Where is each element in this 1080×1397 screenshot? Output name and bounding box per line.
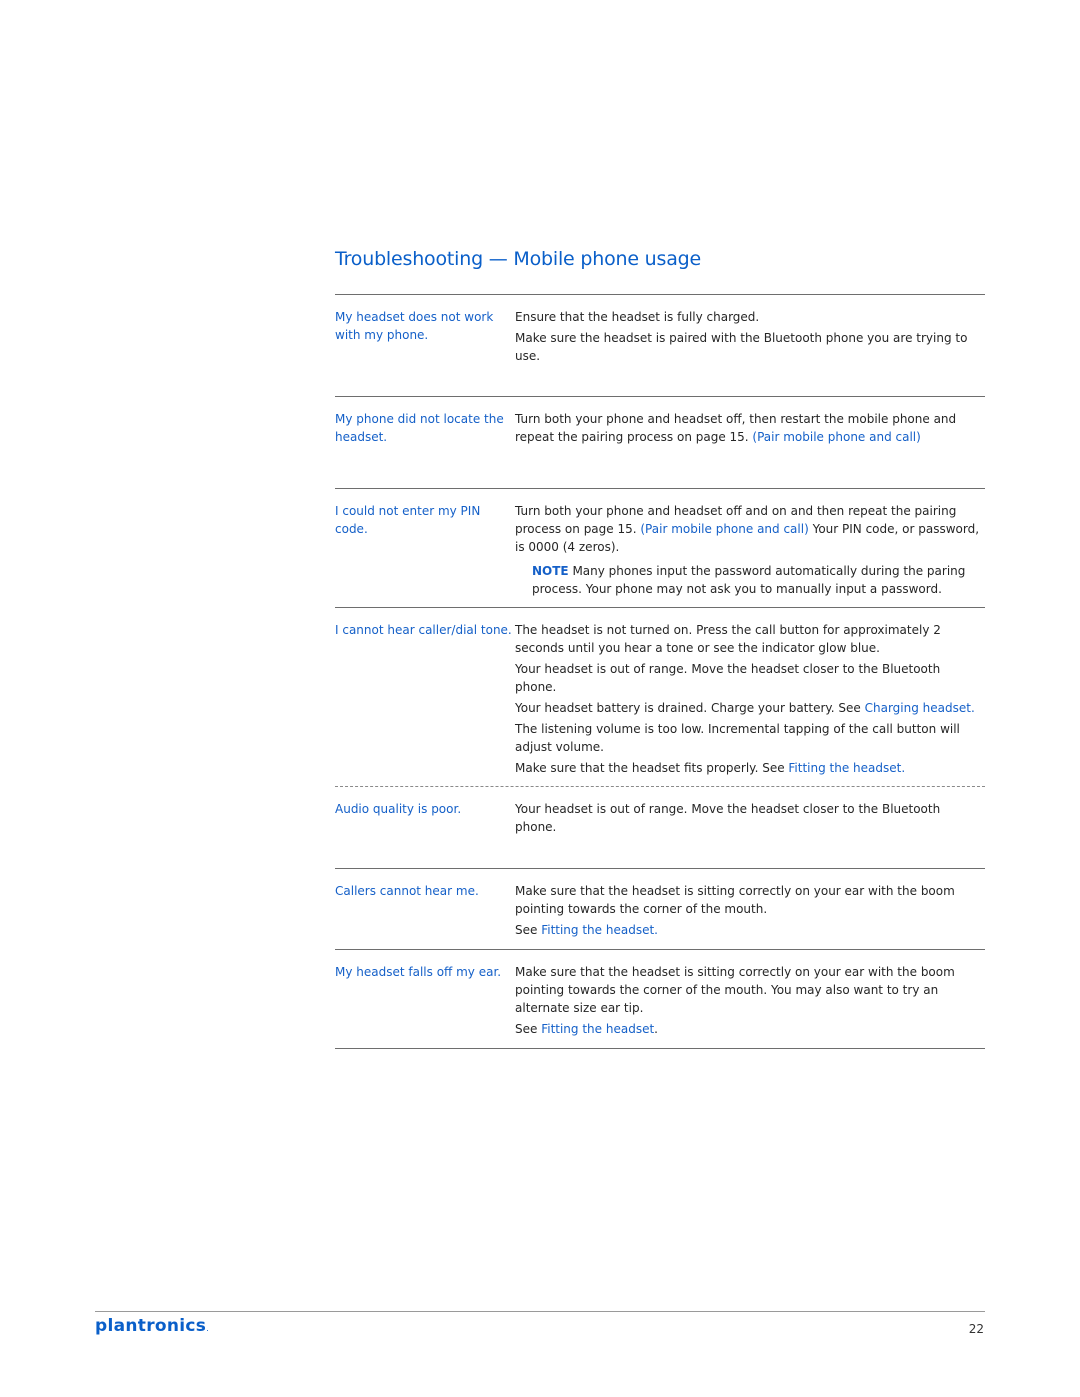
- table-row: I cannot hear caller/dial tone. The head…: [335, 607, 985, 786]
- table-bottom-rule: [335, 1048, 985, 1049]
- solution-text: Make sure that the headset is sitting co…: [515, 965, 955, 1015]
- solution-text: Make sure the headset is paired with the…: [515, 331, 968, 363]
- solution-text: Your headset is out of range. Move the h…: [515, 662, 941, 694]
- problem-label: I cannot hear caller/dial tone.: [335, 623, 512, 637]
- plantronics-logo: plantronics.: [95, 1316, 209, 1336]
- solution-cell: Turn both your phone and headset off, th…: [515, 397, 985, 488]
- page-number: 22: [968, 1322, 984, 1336]
- problem-label: I could not enter my PIN code.: [335, 504, 481, 536]
- logo-text: plantronics: [95, 1316, 207, 1336]
- fitting-headset-link[interactable]: Fitting the headset.: [541, 923, 658, 937]
- solution-text: The listening volume is too low. Increme…: [515, 722, 960, 754]
- solution-cell: Turn both your phone and headset off and…: [515, 489, 985, 607]
- problem-label: My headset falls off my ear.: [335, 965, 502, 979]
- problem-label: My phone did not locate the headset.: [335, 412, 504, 444]
- fitting-headset-link[interactable]: Fitting the headset: [541, 1022, 654, 1036]
- solution-cell: The headset is not turned on. Press the …: [515, 608, 985, 786]
- solution-text: Ensure that the headset is fully charged…: [515, 310, 760, 324]
- logo-dot: .: [206, 1324, 210, 1333]
- table-row: My phone did not locate the headset. Tur…: [335, 396, 985, 488]
- solution-text: See Fitting the headset.: [515, 1020, 985, 1038]
- solution-text-part: .: [654, 1022, 658, 1036]
- table-row: My headset does not work with my phone. …: [335, 294, 985, 396]
- solution-text: Your headset is out of range. Move the h…: [515, 802, 941, 834]
- solution-text: The headset is not turned on. Press the …: [515, 623, 941, 655]
- solution-text: Make sure that the headset is sitting co…: [515, 884, 955, 916]
- problem-label: Audio quality is poor.: [335, 802, 462, 816]
- troubleshooting-table: My headset does not work with my phone. …: [335, 294, 985, 1049]
- solution-text: Your headset battery is drained. Charge …: [515, 699, 985, 717]
- solution-text-part: Your headset battery is drained. Charge …: [515, 701, 865, 715]
- solution-text: Make sure that the headset fits properly…: [515, 759, 985, 777]
- footer-divider: [95, 1311, 985, 1312]
- problem-label: Callers cannot hear me.: [335, 884, 479, 898]
- solution-cell: Your headset is out of range. Move the h…: [515, 787, 985, 868]
- solution-cell: Ensure that the headset is fully charged…: [515, 295, 985, 396]
- table-row: Audio quality is poor. Your headset is o…: [335, 786, 985, 868]
- solution-cell: Make sure that the headset is sitting co…: [515, 869, 985, 949]
- solution-text-part: Make sure that the headset fits properly…: [515, 761, 789, 775]
- table-row: My headset falls off my ear. Make sure t…: [335, 949, 985, 1048]
- solution-text: See Fitting the headset.: [515, 921, 985, 939]
- solution-cell: Make sure that the headset is sitting co…: [515, 950, 985, 1048]
- page-title: Troubleshooting — Mobile phone usage: [335, 248, 701, 270]
- note-text: Many phones input the password automatic…: [532, 564, 966, 596]
- pair-mobile-phone-link[interactable]: (Pair mobile phone and call): [640, 522, 808, 536]
- note-label: NOTE: [532, 564, 569, 578]
- charging-headset-link[interactable]: Charging headset.: [865, 701, 975, 715]
- table-row: I could not enter my PIN code. Turn both…: [335, 488, 985, 607]
- pair-mobile-phone-link[interactable]: (Pair mobile phone and call): [752, 430, 920, 444]
- problem-label: My headset does not work with my phone.: [335, 310, 494, 342]
- solution-text: Turn both your phone and headset off, th…: [515, 410, 985, 446]
- solution-text-part: See: [515, 923, 542, 937]
- solution-text: Turn both your phone and headset off and…: [515, 502, 985, 556]
- solution-text-part: See: [515, 1022, 542, 1036]
- note: NOTE Many phones input the password auto…: [532, 562, 985, 598]
- table-row: Callers cannot hear me. Make sure that t…: [335, 868, 985, 949]
- fitting-headset-link[interactable]: Fitting the headset.: [788, 761, 905, 775]
